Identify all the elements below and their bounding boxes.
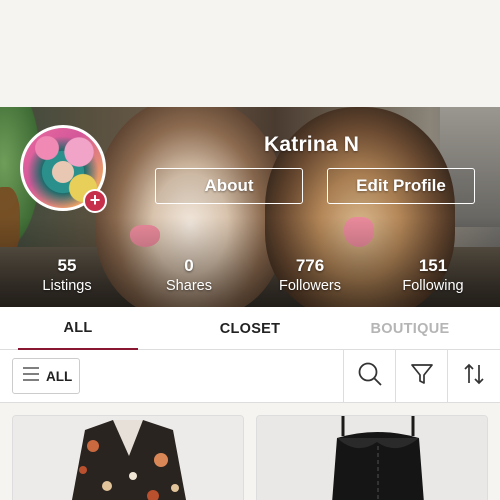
stat-label: Shares [166, 278, 212, 294]
menu-icon [22, 366, 40, 386]
stat-listings[interactable]: 55 Listings [22, 256, 112, 294]
category-filter-label: ALL [46, 368, 73, 384]
filter-icon [410, 362, 434, 391]
stat-label: Listings [42, 278, 92, 294]
tab-closet[interactable]: CLOSET [185, 307, 315, 350]
listing-image [257, 416, 487, 500]
profile-name: Katrina N [264, 133, 360, 156]
search-button[interactable] [343, 350, 395, 403]
stat-shares[interactable]: 0 Shares [144, 256, 234, 294]
stat-value: 151 [418, 256, 448, 275]
stat-following[interactable]: 151 Following [388, 256, 478, 294]
edit-profile-button[interactable]: Edit Profile [327, 168, 475, 204]
stat-value: 776 [295, 256, 325, 275]
stat-label: Followers [278, 278, 342, 294]
sort-icon [462, 362, 486, 391]
stat-value: 55 [57, 256, 77, 275]
search-icon [357, 361, 383, 392]
add-photo-button[interactable]: + [83, 189, 107, 213]
listing-image [13, 416, 243, 500]
filter-button[interactable] [395, 350, 447, 403]
filter-bar: ALL [0, 350, 500, 403]
closet-tabs: ALL CLOSET BOUTIQUE [0, 307, 500, 350]
stat-followers[interactable]: 776 Followers [265, 256, 355, 294]
stat-label: Following [402, 278, 464, 294]
listing-card[interactable] [256, 415, 488, 500]
category-filter-button[interactable]: ALL [12, 358, 80, 394]
listing-grid [0, 403, 500, 500]
status-area [0, 0, 500, 107]
about-button[interactable]: About [155, 168, 303, 204]
stat-value: 0 [184, 256, 194, 275]
sort-button[interactable] [447, 350, 499, 403]
tab-boutique[interactable]: BOUTIQUE [345, 307, 475, 350]
profile-screen: + Katrina N About Edit Profile 55 Listin… [0, 0, 500, 500]
listing-card[interactable] [12, 415, 244, 500]
tab-all[interactable]: ALL [18, 307, 138, 350]
